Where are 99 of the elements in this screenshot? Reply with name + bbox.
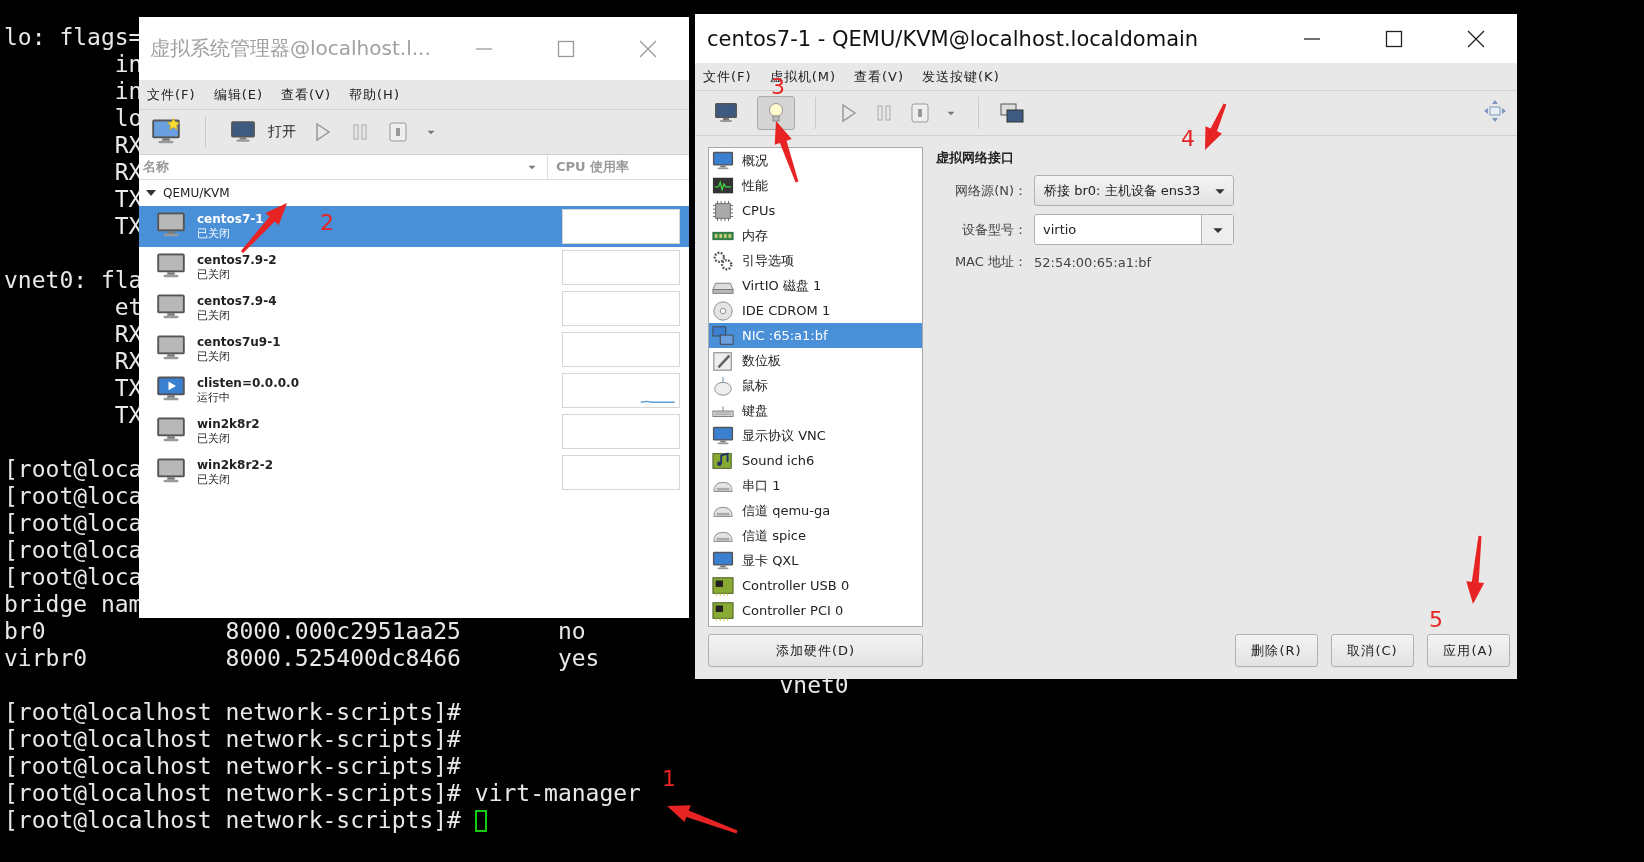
annotation-arrow bbox=[774, 121, 799, 183]
maximize-icon[interactable] bbox=[1385, 29, 1403, 48]
terminal-line: [root@localhost network-scripts]# bbox=[4, 699, 461, 726]
dialog-button[interactable]: 删除(R) bbox=[1235, 634, 1318, 667]
annotation-number: 4 bbox=[1181, 128, 1195, 150]
annotation-number: 2 bbox=[320, 212, 334, 234]
vm-status: 已关闭 bbox=[197, 349, 230, 364]
hardware-item[interactable]: 鼠标 bbox=[709, 373, 922, 398]
open-button[interactable]: 打开 bbox=[228, 119, 296, 145]
menu-item[interactable]: 帮助(H) bbox=[349, 85, 400, 104]
vm-name: win2k8r2 bbox=[197, 417, 260, 431]
menu-item[interactable]: 编辑(E) bbox=[213, 85, 263, 104]
menu-item[interactable]: 查看(V) bbox=[281, 85, 332, 104]
terminal-line: [root@loca bbox=[4, 510, 143, 537]
hardware-item[interactable]: Controller USB 0 bbox=[709, 573, 922, 598]
mouse-icon bbox=[712, 374, 734, 397]
vm-row[interactable]: win2k8r2 已关闭 bbox=[139, 411, 689, 452]
network-source-dropdown[interactable]: 桥接 br0: 主机设备 ens33 bbox=[1034, 175, 1234, 206]
hardware-item[interactable]: 概况 bbox=[709, 148, 922, 173]
vm-name: clisten=0.0.0.0 bbox=[197, 376, 300, 390]
hardware-item[interactable]: VirtIO 磁盘 1 bbox=[709, 273, 922, 298]
menu-item[interactable]: 文件(F) bbox=[703, 67, 752, 86]
add-hardware-button[interactable]: 添加硬件(D) bbox=[708, 634, 923, 667]
vm-name: centos7u9-1 bbox=[197, 335, 281, 349]
hardware-item[interactable]: 信道 spice bbox=[709, 523, 922, 548]
hardware-item[interactable]: 引导选项 bbox=[709, 248, 922, 273]
annotation-number: 1 bbox=[662, 768, 676, 790]
hardware-item[interactable]: 数位板 bbox=[709, 348, 922, 373]
network-icon bbox=[712, 324, 734, 347]
vm-row[interactable]: centos7.9-2 已关闭 bbox=[139, 247, 689, 288]
field-label: 网络源(N)： bbox=[954, 181, 1027, 200]
vm-name: centos7.9-2 bbox=[197, 253, 277, 267]
menu-item[interactable]: 发送按键(K) bbox=[922, 67, 1000, 86]
vm-status: 运行中 bbox=[197, 390, 230, 405]
terminal-line: br0 8000.000c2951aa25 no bbox=[4, 618, 586, 645]
connection-label[interactable]: QEMU/KVM bbox=[163, 186, 230, 200]
details-view-toggle[interactable] bbox=[757, 96, 795, 130]
chip-icon bbox=[712, 199, 734, 222]
vm-name: centos7-1 bbox=[197, 212, 264, 226]
vm-status: 已关闭 bbox=[197, 431, 230, 446]
card-icon bbox=[712, 599, 734, 622]
terminal-line: lo: flags= bbox=[4, 24, 143, 51]
hardware-item[interactable]: 显示协议 VNC bbox=[709, 423, 922, 448]
sound-card-icon bbox=[712, 449, 734, 472]
annotation-arrow bbox=[1466, 535, 1485, 604]
field-label: 设备型号： bbox=[961, 220, 1027, 239]
stop-icon[interactable] bbox=[386, 120, 410, 144]
monitor-icon bbox=[714, 101, 738, 125]
terminal-line: [root@localhost network-scripts]# bbox=[4, 807, 461, 834]
dialog-button[interactable]: 取消(C) bbox=[1331, 634, 1414, 667]
close-icon[interactable] bbox=[1467, 29, 1485, 48]
vm-name: centos7.9-4 bbox=[197, 294, 277, 308]
vm-status: 已关闭 bbox=[197, 308, 230, 323]
terminal-line: [root@loca bbox=[4, 537, 143, 564]
hardware-item[interactable]: 性能 bbox=[709, 173, 922, 198]
hardware-item[interactable]: IDE CDROM 1 bbox=[709, 298, 922, 323]
annotation-arrow bbox=[1205, 103, 1227, 150]
hardware-item[interactable]: Sound ich6 bbox=[709, 448, 922, 473]
section-title: 虚拟网络接口 bbox=[936, 149, 1015, 167]
hardware-item[interactable]: 显卡 QXL bbox=[709, 548, 922, 573]
monitor-icon bbox=[712, 149, 734, 172]
window-title: 虚拟系统管理器@localhost.l... bbox=[150, 35, 432, 62]
vm-status: 已关闭 bbox=[197, 472, 230, 487]
window-title: centos7-1 - QEMU/KVM@localhost.localdomain bbox=[707, 26, 1200, 51]
terminal-line: [root@localhost network-scripts]# bbox=[4, 753, 461, 780]
annotation-arrow bbox=[667, 805, 738, 834]
annotation-number: 5 bbox=[1429, 609, 1443, 631]
device-model-combo[interactable]: virtio bbox=[1034, 214, 1234, 245]
vm-status: 已关闭 bbox=[197, 267, 230, 282]
vm-name: win2k8r2-2 bbox=[197, 458, 274, 472]
tablet-icon bbox=[712, 349, 734, 372]
hardware-item[interactable]: 串口 1 bbox=[709, 473, 922, 498]
terminal-line: virbr0 8000.525400dc8466 yes bbox=[4, 645, 600, 672]
vm-row[interactable]: clisten=0.0.0.0 运行中 bbox=[139, 370, 689, 411]
hardware-item[interactable]: 键盘 bbox=[709, 398, 922, 423]
monitor-icon bbox=[712, 549, 734, 572]
field-value: 52:54:00:65:a1:bf bbox=[1034, 254, 1153, 270]
hardware-item[interactable]: Controller PCI 0 bbox=[709, 598, 922, 623]
hardware-item[interactable]: 信道 qemu-ga bbox=[709, 498, 922, 523]
vm-row[interactable]: centos7u9-1 已关闭 bbox=[139, 329, 689, 370]
terminal-line: [root@localhost network-scripts]# bbox=[4, 726, 461, 753]
screens-icon[interactable] bbox=[999, 101, 1025, 125]
monitor-icon bbox=[228, 119, 258, 145]
hardware-item[interactable]: CPUs bbox=[709, 198, 922, 223]
terminal-line: [root@loca bbox=[4, 564, 143, 591]
hardware-item[interactable]: 内存 bbox=[709, 223, 922, 248]
menu-item[interactable]: 查看(V) bbox=[854, 67, 905, 86]
field-label: MAC 地址： bbox=[953, 253, 1027, 271]
menu-item[interactable]: 文件(F) bbox=[147, 85, 196, 104]
terminal-line: [root@localhost network-scripts]# virt-manager bbox=[4, 780, 641, 807]
gears-icon bbox=[712, 249, 734, 272]
fullscreen-icon[interactable] bbox=[1483, 99, 1507, 123]
dialog-button[interactable]: 应用(A) bbox=[1427, 634, 1510, 667]
vm-status: 已关闭 bbox=[197, 226, 230, 241]
disc-icon bbox=[712, 299, 734, 322]
stop-icon[interactable] bbox=[908, 101, 932, 125]
monitor-icon bbox=[712, 424, 734, 447]
card-icon bbox=[712, 574, 734, 597]
terminal-cursor bbox=[474, 809, 487, 832]
